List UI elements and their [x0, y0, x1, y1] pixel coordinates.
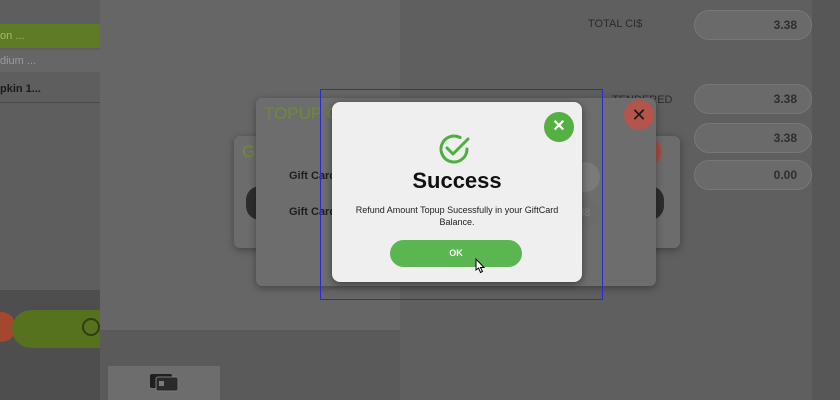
- change-field: 0.00: [694, 160, 812, 190]
- total-label: TOTAL CI$: [588, 18, 643, 30]
- order-item-selected[interactable]: on ...: [0, 24, 100, 48]
- topup-modal-close-button[interactable]: ✕: [624, 100, 654, 130]
- order-item-label: dium ...: [0, 55, 37, 67]
- gift-card-icon: [150, 374, 179, 392]
- order-item[interactable]: pkin 1...: [0, 76, 100, 103]
- tendered-field: 3.38: [694, 84, 812, 114]
- focus-highlight: [320, 89, 603, 300]
- total-field: 3.38: [694, 10, 812, 40]
- order-item-label: pkin 1...: [0, 83, 41, 95]
- close-icon: ✕: [631, 105, 647, 125]
- pay-icon: [82, 318, 100, 336]
- order-item-label: on ...: [0, 30, 25, 42]
- order-item[interactable]: dium ...: [0, 50, 100, 72]
- scroll-edge: [812, 0, 840, 400]
- paid-field: 3.38: [694, 123, 812, 153]
